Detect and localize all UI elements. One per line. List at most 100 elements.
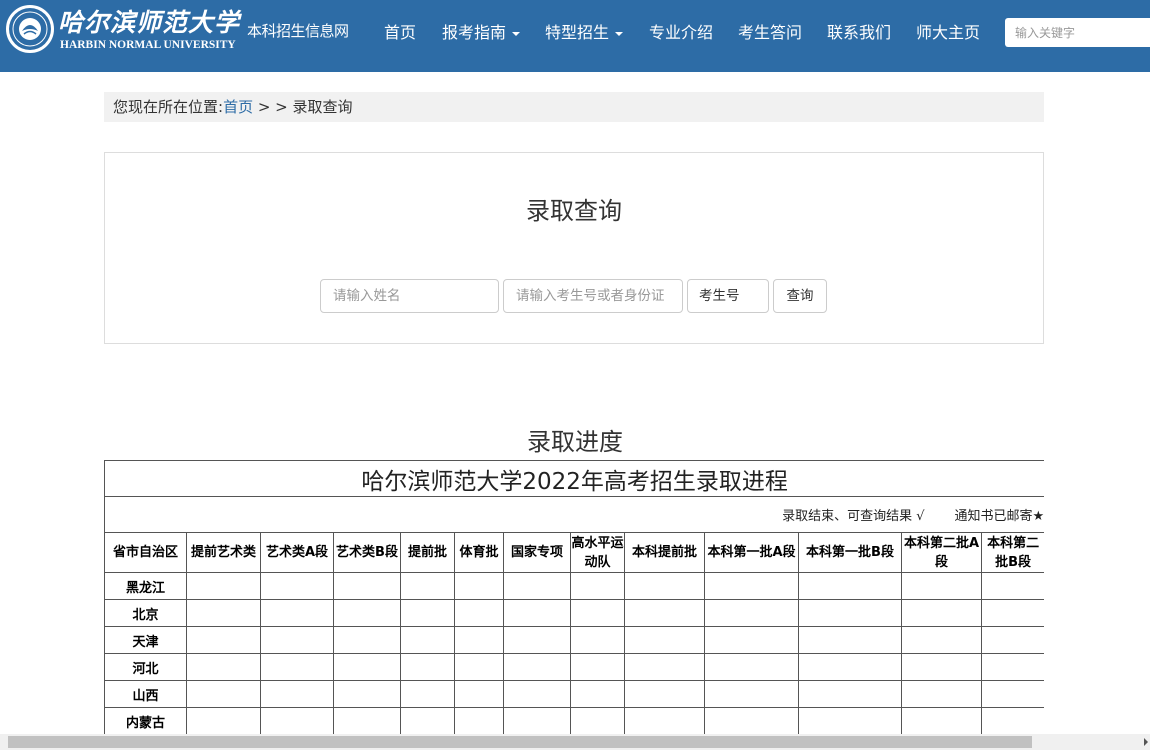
nav-faq[interactable]: 考生答问 bbox=[738, 19, 802, 43]
nav-majors[interactable]: 专业介绍 bbox=[649, 19, 713, 43]
logo-english-name[interactable]: HARBIN NORMAL UNIVERSITY bbox=[60, 39, 236, 51]
status-cell bbox=[503, 707, 571, 734]
nav-university-home[interactable]: 师大主页 bbox=[916, 19, 980, 43]
status-cell bbox=[798, 626, 902, 654]
status-cell bbox=[624, 599, 705, 627]
status-cell bbox=[186, 653, 261, 681]
column-header: 体育批 bbox=[454, 532, 504, 573]
status-cell bbox=[503, 572, 571, 600]
status-cell bbox=[901, 680, 982, 708]
status-cell bbox=[503, 599, 571, 627]
status-cell bbox=[798, 707, 902, 734]
status-cell bbox=[624, 680, 705, 708]
column-header: 本科第二批A段 bbox=[901, 532, 982, 573]
nav-home[interactable]: 首页 bbox=[384, 19, 416, 43]
status-cell bbox=[901, 599, 982, 627]
status-cell bbox=[704, 653, 799, 681]
nav-application-guide[interactable]: 报考指南 bbox=[442, 19, 521, 43]
admission-progress-table: 哈尔滨师范大学2022年高考招生录取进程 录取结束、可查询结果 √ 通知书已邮寄★… bbox=[104, 460, 1044, 734]
nav-contact[interactable]: 联系我们 bbox=[827, 19, 891, 43]
status-cell bbox=[454, 680, 504, 708]
status-cell bbox=[624, 572, 705, 600]
column-header: 本科提前批 bbox=[624, 532, 705, 573]
status-cell bbox=[570, 599, 625, 627]
nav-application-guide-label: 报考指南 bbox=[442, 23, 507, 42]
column-header: 提前批 bbox=[400, 532, 455, 573]
province-cell: 天津 bbox=[104, 626, 187, 654]
nav-special-admission[interactable]: 特型招生 bbox=[545, 19, 624, 43]
column-header: 国家专项 bbox=[503, 532, 571, 573]
table-row: 山西 bbox=[104, 680, 1044, 708]
query-button[interactable]: 查询 bbox=[773, 279, 827, 313]
status-cell bbox=[454, 626, 504, 654]
status-cell bbox=[454, 653, 504, 681]
breadcrumb-prefix: 您现在所在位置: bbox=[113, 98, 224, 116]
status-cell bbox=[570, 680, 625, 708]
scroll-right-arrow-icon[interactable] bbox=[1144, 738, 1148, 746]
province-cell: 内蒙古 bbox=[104, 707, 187, 734]
legend-admission-done: 录取结束、可查询结果 √ bbox=[782, 509, 925, 524]
status-cell bbox=[333, 599, 401, 627]
status-cell bbox=[980, 680, 1044, 708]
query-title: 录取查询 bbox=[526, 197, 622, 225]
nav-majors-label: 专业介绍 bbox=[649, 23, 714, 42]
status-cell bbox=[980, 626, 1044, 654]
status-cell bbox=[333, 653, 401, 681]
status-cell bbox=[704, 707, 799, 734]
status-cell bbox=[454, 707, 504, 734]
status-cell bbox=[570, 572, 625, 600]
status-cell bbox=[186, 626, 261, 654]
admission-query-panel: 录取查询 考生号 查询 bbox=[104, 152, 1044, 344]
site-name: 本科招生信息网 bbox=[247, 22, 349, 40]
status-cell bbox=[260, 626, 334, 654]
breadcrumb: 您现在所在位置:首页 > > 录取查询 bbox=[104, 92, 1044, 122]
status-cell bbox=[333, 572, 401, 600]
status-cell bbox=[260, 599, 334, 627]
status-cell bbox=[454, 572, 504, 600]
status-cell bbox=[624, 626, 705, 654]
nav-contact-label: 联系我们 bbox=[827, 23, 892, 42]
status-cell bbox=[260, 653, 334, 681]
horizontal-scrollbar[interactable] bbox=[0, 734, 1150, 750]
status-cell bbox=[798, 653, 902, 681]
status-cell bbox=[260, 707, 334, 734]
status-cell bbox=[400, 572, 455, 600]
seal-emblem-icon bbox=[9, 8, 51, 50]
status-cell bbox=[798, 680, 902, 708]
status-cell bbox=[260, 572, 334, 600]
progress-table-container[interactable]: 哈尔滨师范大学2022年高考招生录取进程 录取结束、可查询结果 √ 通知书已邮寄★… bbox=[104, 460, 1044, 734]
status-cell bbox=[570, 653, 625, 681]
scrollbar-thumb[interactable] bbox=[8, 736, 1032, 748]
status-cell bbox=[400, 680, 455, 708]
nav-special-admission-label: 特型招生 bbox=[545, 23, 610, 42]
name-input[interactable] bbox=[320, 279, 499, 313]
nav-university-home-label: 师大主页 bbox=[916, 23, 981, 42]
top-navbar: 哈尔滨师范大学 HARBIN NORMAL UNIVERSITY 本科招生信息网… bbox=[0, 0, 1150, 72]
status-cell bbox=[400, 653, 455, 681]
status-cell bbox=[901, 653, 982, 681]
table-caption: 哈尔滨师范大学2022年高考招生录取进程 bbox=[104, 460, 1044, 497]
status-cell bbox=[186, 572, 261, 600]
status-cell bbox=[798, 572, 902, 600]
university-seal-logo[interactable] bbox=[6, 5, 54, 53]
province-cell: 山西 bbox=[104, 680, 187, 708]
search-input[interactable] bbox=[1005, 18, 1150, 47]
table-row: 内蒙古 bbox=[104, 707, 1044, 734]
logo-chinese-name[interactable]: 哈尔滨师范大学 bbox=[58, 3, 240, 39]
breadcrumb-separator: > > bbox=[253, 98, 293, 116]
province-cell: 河北 bbox=[104, 653, 187, 681]
column-header: 艺术类B段 bbox=[333, 532, 401, 573]
status-cell bbox=[400, 599, 455, 627]
id-type-select[interactable]: 考生号 bbox=[687, 279, 769, 313]
table-row: 河北 bbox=[104, 653, 1044, 681]
exam-id-input[interactable] bbox=[503, 279, 683, 313]
status-cell bbox=[570, 626, 625, 654]
status-cell bbox=[704, 599, 799, 627]
caret-down-icon bbox=[512, 31, 521, 36]
status-cell bbox=[503, 626, 571, 654]
breadcrumb-home-link[interactable]: 首页 bbox=[223, 98, 253, 116]
status-cell bbox=[704, 572, 799, 600]
caret-down-icon bbox=[615, 31, 624, 36]
column-header: 本科第一批B段 bbox=[798, 532, 902, 573]
table-row: 黑龙江 bbox=[104, 572, 1044, 600]
